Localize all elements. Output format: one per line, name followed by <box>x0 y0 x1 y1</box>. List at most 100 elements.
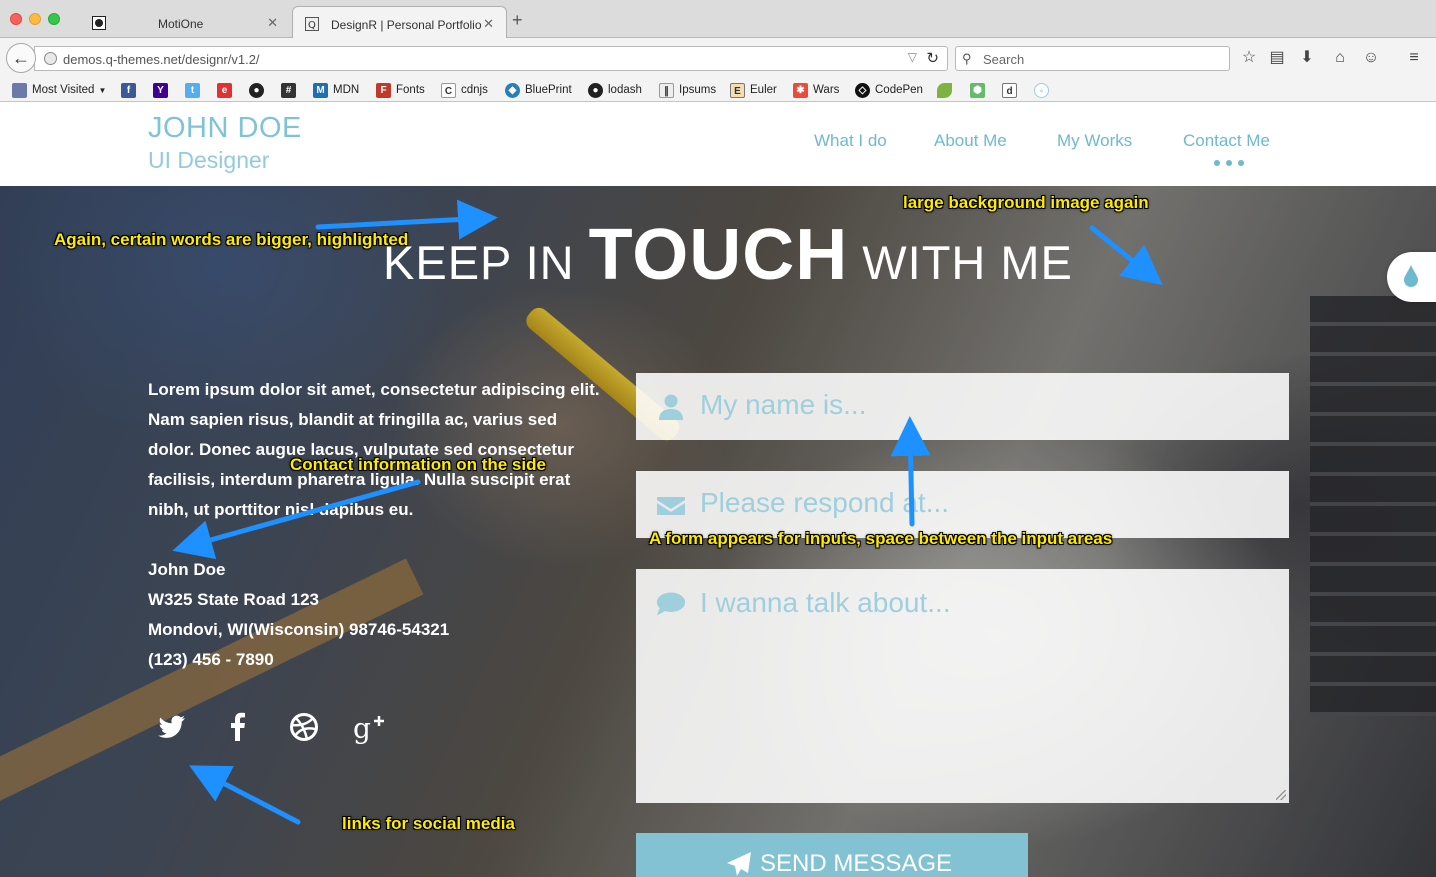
hash-icon: # <box>281 82 296 98</box>
bookmark-hash[interactable]: # <box>281 81 301 99</box>
bookmark-star-icon[interactable]: ☆ <box>1239 48 1259 68</box>
name-placeholder: My name is... <box>700 389 867 420</box>
search-icon: ⚲ <box>962 51 972 66</box>
bookmark-label: CodePen <box>875 84 923 96</box>
message-textarea[interactable]: I wanna talk about... <box>636 569 1289 803</box>
twitter-icon[interactable] <box>154 710 188 744</box>
bookmark-wars[interactable]: ✱ Wars <box>793 81 839 99</box>
nav-about-me[interactable]: About Me <box>934 131 1007 151</box>
title-post: WITH ME <box>862 236 1073 289</box>
bookmark-twitter[interactable]: t <box>185 81 205 99</box>
bookmark-cdnjs[interactable]: Ccdnjs <box>441 81 488 99</box>
brand-name[interactable]: JOHN DOE <box>148 112 302 145</box>
svg-text:Q: Q <box>308 20 316 31</box>
site-header: JOHN DOE UI Designer What I do About Me … <box>0 102 1436 186</box>
bookmark-label: BluePrint <box>525 84 572 96</box>
paper-plane-icon <box>727 852 751 876</box>
bookmark-leaf[interactable] <box>937 81 957 99</box>
water-drop-icon <box>1404 265 1418 287</box>
annotation-social: links for social media <box>342 814 515 833</box>
new-tab-button[interactable]: + <box>512 11 523 29</box>
bookmark-ipsums[interactable]: ∥ Ipsums <box>659 81 716 99</box>
bookmark-ebay[interactable]: e <box>217 81 237 99</box>
close-tab-icon[interactable]: ✕ <box>483 16 494 32</box>
bookmark-yahoo[interactable]: Y <box>153 81 173 99</box>
circle-icon: ◦ <box>1034 82 1049 98</box>
send-message-button[interactable]: SEND MESSAGE <box>636 833 1028 877</box>
motione-favicon-icon <box>92 16 106 30</box>
svg-text:g: g <box>353 712 371 744</box>
nav-contact-me[interactable]: Contact Me <box>1183 131 1270 151</box>
email-input[interactable]: Please respond at... <box>636 471 1289 538</box>
message-placeholder: I wanna talk about... <box>700 587 951 618</box>
address-phone: (123) 456 - 7890 <box>148 650 274 669</box>
bookmark-circle[interactable]: ◦ <box>1034 81 1054 99</box>
close-tab-icon[interactable]: ✕ <box>267 15 278 31</box>
tab-designr[interactable]: Q DesignR | Personal Portfolio ✕ <box>292 6 507 38</box>
resize-handle-icon[interactable] <box>1276 790 1286 800</box>
browser-tab-bar: MotiOne ✕ Q DesignR | Personal Portfolio… <box>0 0 1436 38</box>
theme-switcher-tab[interactable] <box>1387 252 1436 302</box>
home-icon[interactable]: ⌂ <box>1330 48 1350 68</box>
speech-bubble-icon <box>656 592 686 616</box>
bookmark-fonts[interactable]: F Fonts <box>376 81 425 99</box>
tab-motione[interactable]: MotiOne ✕ <box>80 6 290 38</box>
fonts-icon: F <box>376 82 391 98</box>
globe-icon <box>44 52 57 65</box>
bookmark-label: Wars <box>813 84 840 96</box>
minimize-window-button[interactable] <box>29 13 41 25</box>
bookmark-label: lodash <box>608 84 642 96</box>
bookmark-mdn[interactable]: M MDN <box>313 81 359 99</box>
bookmark-lodash[interactable]: ● lodash <box>588 81 642 99</box>
github-icon: ● <box>588 82 603 98</box>
bookmark-label: MDN <box>333 84 360 96</box>
nav-my-works[interactable]: My Works <box>1057 131 1132 151</box>
facebook-icon[interactable] <box>221 710 255 744</box>
chat-icon[interactable]: ☺ <box>1361 48 1381 68</box>
bookmark-shield[interactable]: ⬢ <box>970 81 990 99</box>
maximize-window-button[interactable] <box>48 13 60 25</box>
close-window-button[interactable] <box>10 13 22 25</box>
active-nav-indicator <box>1214 160 1244 166</box>
back-button[interactable]: ← <box>6 43 36 73</box>
bookmark-label: Euler <box>750 84 777 96</box>
reload-icon[interactable]: ↻ <box>926 49 939 67</box>
bookmark-page[interactable]: d <box>1002 81 1022 99</box>
url-bar[interactable]: demos.q-themes.net/designr/v1.2/ ▽ ↻ <box>34 46 948 71</box>
github-icon: ● <box>249 82 264 98</box>
tab-label: MotiOne <box>158 17 204 31</box>
title-pre: KEEP IN <box>383 236 575 289</box>
cdnjs-icon: C <box>441 82 456 98</box>
brand-role: UI Designer <box>148 147 270 173</box>
envelope-icon <box>657 497 685 515</box>
annotation-form: A form appears for inputs, space between… <box>649 529 1113 548</box>
name-input[interactable]: My name is... <box>636 373 1289 440</box>
menu-icon[interactable]: ≡ <box>1404 48 1424 68</box>
ebay-icon: e <box>217 82 232 98</box>
google-plus-icon[interactable]: g <box>352 710 386 744</box>
annotation-contact-info: Contact information on the side <box>290 455 546 474</box>
facebook-icon: f <box>121 82 136 98</box>
bookmark-blueprint[interactable]: ◆ BluePrint <box>505 81 572 99</box>
download-icon[interactable]: ⬇ <box>1297 48 1317 68</box>
bookmark-label: Fonts <box>396 84 425 96</box>
bookmark-codepen[interactable]: ◇ CodePen <box>855 81 923 99</box>
nav-what-i-do[interactable]: What I do <box>814 131 887 151</box>
search-bar[interactable]: ⚲ Search <box>955 46 1230 71</box>
reading-list-icon[interactable]: ▤ <box>1267 48 1287 68</box>
annotation-words: Again, certain words are bigger, highlig… <box>54 230 409 249</box>
annotation-background: large background image again <box>903 193 1149 212</box>
dribbble-icon[interactable] <box>287 710 321 744</box>
address-street: W325 State Road 123 <box>148 590 320 609</box>
back-arrow-icon: ← <box>12 47 30 68</box>
bookmark-most-visited[interactable]: Most Visited ▼ <box>12 81 106 99</box>
browser-navigation-bar: demos.q-themes.net/designr/v1.2/ ▽ ↻ ← ⚲… <box>0 38 1436 78</box>
url-text[interactable]: demos.q-themes.net/designr/v1.2/ <box>63 52 260 67</box>
url-dropdown-icon[interactable]: ▽ <box>908 50 917 64</box>
bookmark-label: cdnjs <box>461 84 488 96</box>
bookmark-facebook[interactable]: f <box>121 81 141 99</box>
bookmark-euler[interactable]: E Euler <box>730 81 777 99</box>
address-city: Mondovi, WI(Wisconsin) 98746-54321 <box>148 620 450 639</box>
bookmark-github[interactable]: ● <box>249 81 269 99</box>
address-block: John Doe W325 State Road 123 Mondovi, WI… <box>148 555 449 675</box>
